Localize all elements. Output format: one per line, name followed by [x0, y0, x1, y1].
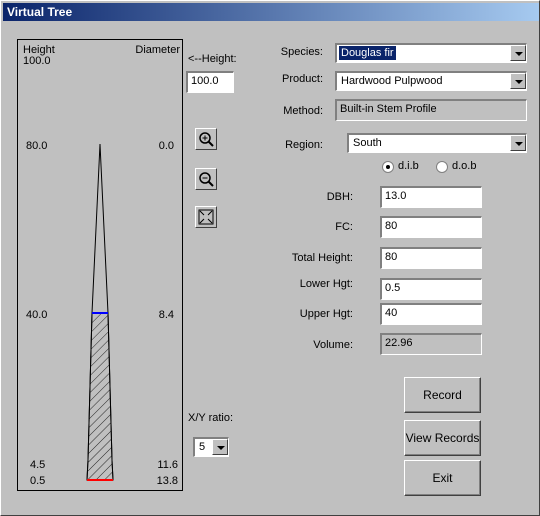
- record-button[interactable]: Record: [404, 377, 481, 413]
- view-records-button[interactable]: View Records: [404, 420, 481, 456]
- xy-ratio-select[interactable]: 5: [193, 437, 229, 457]
- species-value: Douglas fir: [338, 45, 397, 61]
- volume-label: Volume:: [313, 339, 353, 351]
- fc-label: FC:: [335, 221, 353, 233]
- method-field: Built-in Stem Profile: [335, 99, 527, 121]
- title-bar: Virtual Tree: [3, 3, 539, 21]
- dbh-label: DBH:: [326, 191, 353, 203]
- fit-icon: [198, 209, 214, 225]
- stem-hatched-section: [86, 312, 114, 481]
- region-select[interactable]: South: [347, 133, 527, 153]
- total-height-input[interactable]: 80: [380, 247, 482, 269]
- zoom-out-icon: [199, 172, 214, 187]
- exit-button[interactable]: Exit: [404, 460, 481, 496]
- lower-hgt-label: Lower Hgt:: [299, 278, 353, 290]
- product-select[interactable]: Hardwood Pulpwood: [335, 71, 527, 91]
- dob-label: d.o.b: [452, 160, 477, 172]
- chevron-down-icon[interactable]: [510, 135, 526, 151]
- zoom-in-icon: [199, 132, 214, 147]
- species-label: Species:: [280, 46, 323, 58]
- volume-field: 22.96: [380, 333, 482, 355]
- region-value: South: [353, 137, 382, 149]
- dib-label: d.i.b: [398, 160, 419, 172]
- xy-ratio-value: 5: [199, 441, 206, 453]
- method-label: Method:: [283, 105, 323, 117]
- dob-radio[interactable]: [436, 161, 448, 173]
- upper-hgt-input[interactable]: 40: [380, 303, 482, 325]
- product-value: Hardwood Pulpwood: [341, 75, 443, 87]
- chevron-down-icon[interactable]: [510, 45, 526, 61]
- zoom-out-button[interactable]: [195, 168, 217, 190]
- chevron-down-icon[interactable]: [212, 439, 228, 455]
- zoom-in-button[interactable]: [195, 128, 217, 150]
- tree-profile-panel: Height 100.0 Diameter 80.0 0.0 40.0 8.4 …: [17, 39, 183, 491]
- lower-hgt-input[interactable]: 0.5: [380, 278, 482, 300]
- fit-view-button[interactable]: [195, 206, 217, 228]
- chevron-down-icon[interactable]: [510, 73, 526, 89]
- species-select[interactable]: Douglas fir: [335, 43, 527, 63]
- xy-ratio-label: X/Y ratio:: [188, 412, 234, 424]
- dbh-input[interactable]: 13.0: [380, 186, 482, 208]
- region-label: Region:: [285, 139, 323, 151]
- virtual-tree-window: Virtual Tree Height 100.0 Diameter 80.0 …: [0, 0, 540, 516]
- upper-hgt-label: Upper Hgt:: [299, 308, 353, 320]
- tree-stem-drawing: [86, 143, 114, 481]
- window-title: Virtual Tree: [7, 5, 73, 19]
- product-label: Product:: [282, 73, 323, 85]
- total-height-label: Total Height:: [291, 252, 353, 264]
- fc-input[interactable]: 80: [380, 216, 482, 238]
- height-input[interactable]: 100.0: [186, 71, 234, 93]
- height-control-label: <--Height:: [188, 53, 237, 65]
- dib-radio[interactable]: [382, 161, 394, 173]
